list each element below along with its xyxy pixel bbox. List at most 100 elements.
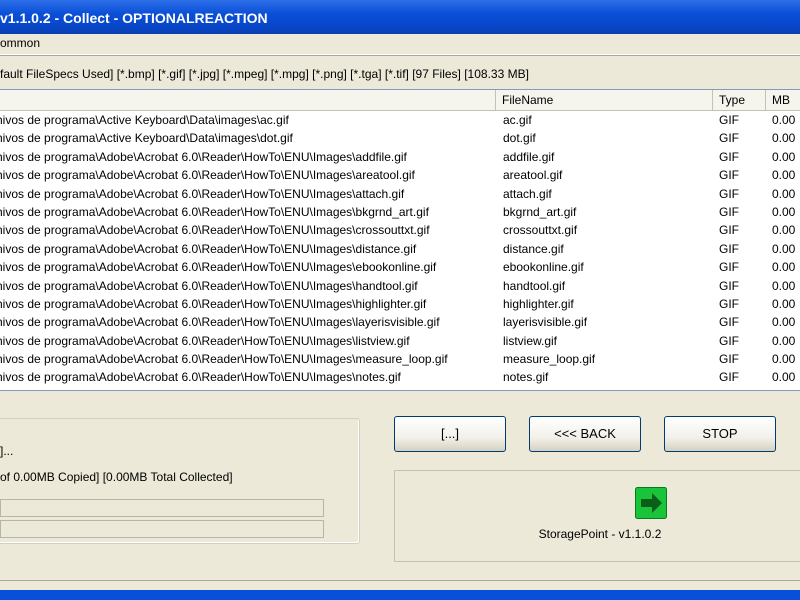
browse-button[interactable]: [...] xyxy=(394,416,506,452)
table-row[interactable]: hivos de programa\Adobe\Acrobat 6.0\Read… xyxy=(0,313,800,331)
filename-cell: handtool.gif xyxy=(503,278,566,293)
size-cell: 0.00 xyxy=(772,241,796,256)
filename-cell: addfile.gif xyxy=(503,149,555,164)
type-cell: GIF xyxy=(719,186,739,201)
column-header-path[interactable] xyxy=(0,90,496,110)
file-path-cell: hivos de programa\Adobe\Acrobat 6.0\Read… xyxy=(0,278,418,293)
filename-cell: attach.gif xyxy=(503,186,552,201)
table-row[interactable]: hivos de programa\Adobe\Acrobat 6.0\Read… xyxy=(0,148,800,166)
menu-item-common[interactable]: ommon xyxy=(0,34,40,52)
file-path-cell: hivos de programa\Adobe\Acrobat 6.0\Read… xyxy=(0,296,427,311)
table-row[interactable]: hivos de programa\Adobe\Acrobat 6.0\Read… xyxy=(0,185,800,203)
type-cell: GIF xyxy=(719,315,739,330)
file-path-cell: hivos de programa\Adobe\Acrobat 6.0\Read… xyxy=(0,186,405,201)
list-header: FileName Type MB xyxy=(0,90,800,111)
table-row[interactable]: hivos de programa\Adobe\Acrobat 6.0\Read… xyxy=(0,166,800,184)
filename-cell: bkgrnd_art.gif xyxy=(503,204,577,219)
size-cell: 0.00 xyxy=(772,260,796,275)
window-title: v1.1.0.2 - Collect - OPTIONALREACTION xyxy=(0,10,268,26)
file-path-cell: hivos de programa\Adobe\Acrobat 6.0\Read… xyxy=(0,260,437,275)
file-path-cell: hivos de programa\Adobe\Acrobat 6.0\Read… xyxy=(0,352,448,367)
size-cell: 0.00 xyxy=(772,352,796,367)
column-header-mb[interactable]: MB xyxy=(766,90,800,110)
size-cell: 0.00 xyxy=(772,149,796,164)
size-cell: 0.00 xyxy=(772,370,796,385)
type-cell: GIF xyxy=(719,241,739,256)
menu-bar: ommon xyxy=(0,34,800,55)
filename-cell: notes.gif xyxy=(503,370,549,385)
type-cell: GIF xyxy=(719,260,739,275)
type-cell: GIF xyxy=(719,333,739,348)
table-row[interactable]: hivos de programa\Active Keyboard\Data\i… xyxy=(0,129,800,147)
filename-cell: ac.gif xyxy=(503,113,532,127)
file-path-cell: hivos de programa\Adobe\Acrobat 6.0\Read… xyxy=(0,204,429,219)
table-row[interactable]: hivos de programa\Adobe\Acrobat 6.0\Read… xyxy=(0,332,800,350)
size-cell: 0.00 xyxy=(772,333,796,348)
file-path-cell: hivos de programa\Adobe\Acrobat 6.0\Read… xyxy=(0,223,430,238)
filename-cell: layerisvisible.gif xyxy=(503,315,588,330)
size-cell: 0.00 xyxy=(772,223,796,238)
file-path-cell: hivos de programa\Adobe\Acrobat 6.0\Read… xyxy=(0,333,410,348)
size-cell: 0.00 xyxy=(772,315,796,330)
size-cell: 0.00 xyxy=(772,113,796,127)
title-bar: v1.1.0.2 - Collect - OPTIONALREACTION xyxy=(0,0,800,34)
brand-label: StoragePoint - v1.1.0.2 xyxy=(538,527,662,541)
filename-cell: crossouttxt.gif xyxy=(503,223,578,238)
table-row[interactable]: hivos de programa\Adobe\Acrobat 6.0\Read… xyxy=(0,277,800,295)
size-cell: 0.00 xyxy=(772,204,796,219)
progress-bar-total xyxy=(0,520,324,538)
file-path-cell: hivos de programa\Adobe\Acrobat 6.0\Read… xyxy=(0,149,407,164)
type-cell: GIF xyxy=(719,278,739,293)
size-cell: 0.00 xyxy=(772,296,796,311)
filespecs-summary: fault FileSpecs Used] [*.bmp] [*.gif] [*… xyxy=(0,62,800,86)
filename-cell: listview.gif xyxy=(503,333,558,348)
table-row[interactable]: hivos de programa\Adobe\Acrobat 6.0\Read… xyxy=(0,295,800,313)
table-row[interactable]: hivos de programa\Adobe\Acrobat 6.0\Read… xyxy=(0,203,800,221)
file-list[interactable]: FileName Type MB hivos de programa\Activ… xyxy=(0,89,800,391)
type-cell: GIF xyxy=(719,204,739,219)
table-row[interactable]: hivos de programa\Adobe\Acrobat 6.0\Read… xyxy=(0,221,800,239)
table-row[interactable]: hivos de programa\Adobe\Acrobat 6.0\Read… xyxy=(0,240,800,258)
filename-cell: ebookonline.gif xyxy=(503,260,584,275)
file-path-cell: hivos de programa\Adobe\Acrobat 6.0\Read… xyxy=(0,370,401,385)
type-cell: GIF xyxy=(719,223,739,238)
status-line-2: of 0.00MB Copied] [0.00MB Total Collecte… xyxy=(0,470,233,484)
filename-cell: highlighter.gif xyxy=(503,296,574,311)
file-path-cell: hivos de programa\Active Keyboard\Data\i… xyxy=(0,113,289,127)
file-path-cell: hivos de programa\Adobe\Acrobat 6.0\Read… xyxy=(0,168,415,183)
file-path-cell: hivos de programa\Adobe\Acrobat 6.0\Read… xyxy=(0,315,440,330)
size-cell: 0.00 xyxy=(772,186,796,201)
progress-bar-current xyxy=(0,499,324,517)
column-header-filename[interactable]: FileName xyxy=(496,90,713,110)
size-cell: 0.00 xyxy=(772,131,796,146)
divider xyxy=(0,580,800,581)
type-cell: GIF xyxy=(719,149,739,164)
file-path-cell: hivos de programa\Active Keyboard\Data\i… xyxy=(0,131,293,146)
type-cell: GIF xyxy=(719,352,739,367)
status-line-1: ]... xyxy=(0,444,14,458)
table-row[interactable]: hivos de programa\Adobe\Acrobat 6.0\Read… xyxy=(0,350,800,368)
size-cell: 0.00 xyxy=(772,168,796,183)
filename-cell: measure_loop.gif xyxy=(503,352,596,367)
type-cell: GIF xyxy=(719,113,739,127)
table-row[interactable]: hivos de programa\Active Keyboard\Data\i… xyxy=(0,111,800,129)
column-header-type[interactable]: Type xyxy=(713,90,766,110)
type-cell: GIF xyxy=(719,131,739,146)
filespecs-text: fault FileSpecs Used] [*.bmp] [*.gif] [*… xyxy=(0,67,529,81)
filename-cell: distance.gif xyxy=(503,241,564,256)
green-arrow-icon xyxy=(635,487,667,519)
type-cell: GIF xyxy=(719,168,739,183)
stop-button[interactable]: STOP xyxy=(664,416,776,452)
file-path-cell: hivos de programa\Adobe\Acrobat 6.0\Read… xyxy=(0,241,417,256)
table-row[interactable]: hivos de programa\Adobe\Acrobat 6.0\Read… xyxy=(0,258,800,276)
filename-cell: areatool.gif xyxy=(503,168,563,183)
table-row[interactable]: hivos de programa\Adobe\Acrobat 6.0\Read… xyxy=(0,368,800,386)
back-button[interactable]: <<< BACK xyxy=(529,416,641,452)
size-cell: 0.00 xyxy=(772,278,796,293)
brand-panel: StoragePoint - v1.1.0.2 xyxy=(394,470,800,562)
list-rows: hivos de programa\Active Keyboard\Data\i… xyxy=(0,111,800,387)
type-cell: GIF xyxy=(719,296,739,311)
filename-cell: dot.gif xyxy=(503,131,536,146)
type-cell: GIF xyxy=(719,370,739,385)
taskbar-edge xyxy=(0,590,800,600)
